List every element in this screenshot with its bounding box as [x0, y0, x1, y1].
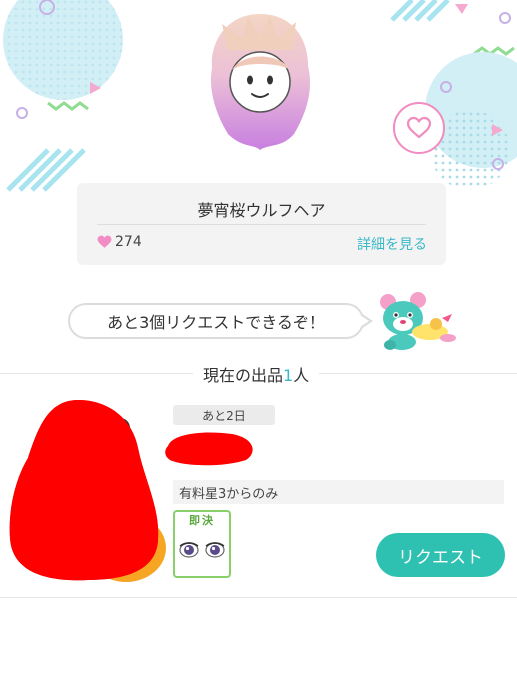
- request-button[interactable]: リクエスト: [376, 533, 505, 577]
- favorite-heart-button[interactable]: [393, 102, 445, 154]
- instant-buy-offer[interactable]: 即決: [173, 510, 231, 578]
- heart-outline-icon: [406, 116, 432, 139]
- listings-title-prefix: 現在の出品: [203, 366, 284, 385]
- likes-count: 274: [97, 234, 142, 250]
- time-remaining-badge: あと2日: [173, 405, 275, 425]
- request-remaining-bubble: あと3個リクエストできるぞ！: [68, 303, 364, 339]
- item-name: 夢宵桜ウルフヘア: [197, 201, 326, 220]
- request-remaining-text: あと3個リクエストできるぞ！: [107, 313, 325, 332]
- seller-name-redacted: [165, 432, 253, 466]
- listings-title-suffix: 人: [293, 366, 310, 385]
- item-preview-avatar: [210, 14, 311, 150]
- heart-filled-icon: [97, 235, 112, 248]
- likes-value: 274: [115, 234, 142, 250]
- seller-avatar-redacted: [9, 400, 166, 582]
- listings-count: 1: [283, 366, 294, 385]
- eyes-item-thumbnail: [179, 542, 225, 558]
- card-divider: [97, 224, 426, 225]
- view-details-link[interactable]: 詳細を見る: [357, 234, 427, 254]
- time-remaining-text: あと2日: [202, 408, 246, 423]
- current-listings-title: 現在の出品1人: [193, 362, 320, 386]
- listing-condition: 有料星3からのみ: [173, 480, 504, 504]
- mascot-bear-illustration: [380, 292, 456, 350]
- condition-text: 有料星3からのみ: [179, 486, 279, 502]
- bubble-tail-inner: [360, 315, 369, 327]
- listing-bottom-divider: [0, 597, 517, 598]
- instant-buy-label: 即決: [189, 514, 215, 527]
- item-info-card: 夢宵桜ウルフヘア 274 詳細を見る: [77, 183, 446, 265]
